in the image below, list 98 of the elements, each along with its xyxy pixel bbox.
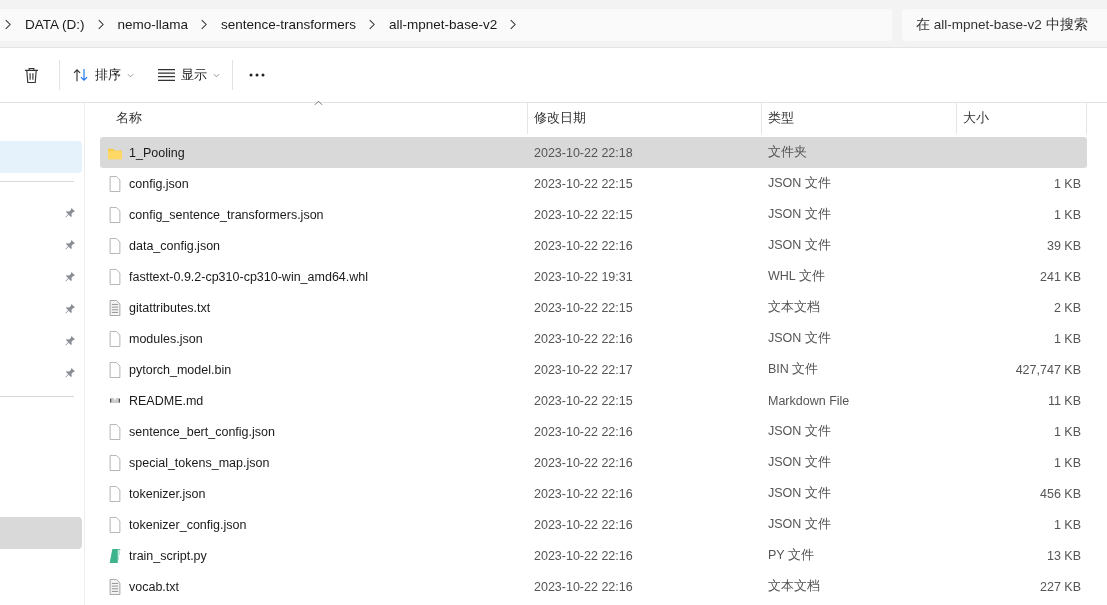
- file-type: Markdown File: [768, 393, 850, 408]
- file-type: 文本文档: [768, 578, 820, 595]
- view-button[interactable]: 显示: [146, 60, 232, 90]
- date-modified: 2023-10-22 22:16: [534, 579, 633, 594]
- file-name[interactable]: README.md: [129, 393, 204, 408]
- breadcrumb-item[interactable]: DATA (D:): [25, 17, 85, 32]
- date-modified: 2023-10-22 22:16: [534, 455, 633, 470]
- chevron-right-icon: [4, 19, 11, 30]
- file-size: 1 KB: [1053, 424, 1081, 439]
- date-modified: 2023-10-22 22:16: [534, 486, 633, 501]
- date-modified: 2023-10-22 22:16: [534, 238, 633, 253]
- date-modified: 2023-10-22 22:15: [534, 176, 633, 191]
- file-name[interactable]: train_script.py: [129, 548, 207, 563]
- chevron-right-icon[interactable]: [509, 19, 517, 30]
- file-row[interactable]: 1_Pooling 2023-10-22 22:18 文件夹: [100, 137, 1087, 168]
- file-name[interactable]: config.json: [129, 176, 189, 191]
- date-modified: 2023-10-22 22:15: [534, 300, 633, 315]
- file-type: JSON 文件: [768, 237, 831, 254]
- text-file-icon: [108, 299, 122, 316]
- file-name[interactable]: modules.json: [129, 331, 203, 346]
- file-size: 1 KB: [1053, 207, 1081, 222]
- file-size: 11 KB: [1047, 393, 1081, 408]
- sort-arrows-icon: [72, 68, 89, 82]
- file-name[interactable]: pytorch_model.bin: [129, 362, 232, 377]
- breadcrumb-item[interactable]: sentence-transformers: [221, 17, 357, 32]
- file-icon: [108, 206, 122, 223]
- file-name[interactable]: fasttext-0.9.2-cp310-cp310-win_amd64.whl: [129, 269, 369, 284]
- file-icon: [108, 268, 122, 285]
- file-icon: [108, 485, 122, 502]
- chevron-right-icon: [200, 19, 208, 30]
- sort-button[interactable]: 排序: [60, 60, 146, 90]
- date-modified: 2023-10-22 22:15: [534, 393, 633, 408]
- more-options-icon[interactable]: [249, 73, 265, 77]
- markdown-file-icon: [110, 398, 120, 403]
- date-modified: 2023-10-22 22:16: [534, 331, 633, 346]
- date-modified: 2023-10-22 22:16: [534, 424, 633, 439]
- file-type: 文本文档: [768, 299, 820, 316]
- file-name[interactable]: tokenizer_config.json: [129, 517, 247, 532]
- file-type: JSON 文件: [768, 485, 831, 502]
- file-type: 文件夹: [768, 144, 807, 161]
- file-icon: [108, 361, 122, 378]
- caret-icon: [127, 72, 134, 78]
- date-modified: 2023-10-22 22:16: [534, 548, 633, 563]
- file-size: 456 KB: [1040, 486, 1081, 501]
- file-icon: [108, 423, 122, 440]
- file-icon: [108, 175, 122, 192]
- chevron-right-icon: [368, 19, 376, 30]
- file-name[interactable]: config_sentence_transformers.json: [129, 207, 324, 222]
- text-file-icon: [108, 578, 122, 595]
- list-lines-icon: [158, 68, 175, 82]
- file-type: JSON 文件: [768, 423, 831, 440]
- date-modified: 2023-10-22 22:15: [534, 207, 633, 222]
- file-size: 13 KB: [1046, 548, 1081, 563]
- file-size: 1 KB: [1053, 176, 1081, 191]
- file-type: PY 文件: [768, 547, 814, 564]
- file-type: JSON 文件: [768, 206, 831, 223]
- sort-ascending-icon: [314, 100, 323, 106]
- file-name[interactable]: tokenizer.json: [129, 486, 206, 501]
- column-header[interactable]: 名称: [116, 110, 142, 127]
- file-icon: [108, 237, 122, 254]
- file-name[interactable]: special_tokens_map.json: [129, 455, 270, 470]
- column-header[interactable]: 类型: [768, 110, 794, 127]
- file-icon: [108, 330, 122, 347]
- file-type: BIN 文件: [768, 361, 819, 378]
- file-name[interactable]: gitattributes.txt: [129, 300, 211, 315]
- column-header[interactable]: 大小: [963, 110, 989, 127]
- breadcrumb-item[interactable]: nemo-llama: [117, 17, 189, 32]
- caret-icon: [213, 72, 220, 78]
- breadcrumb-item[interactable]: all-mpnet-base-v2: [389, 17, 498, 32]
- file-size: 227 KB: [1040, 579, 1081, 594]
- date-modified: 2023-10-22 22:18: [534, 145, 633, 160]
- file-type: JSON 文件: [768, 516, 831, 533]
- trash-icon[interactable]: [24, 66, 39, 84]
- file-name[interactable]: vocab.txt: [129, 579, 180, 594]
- file-size: 1 KB: [1053, 331, 1081, 346]
- column-header[interactable]: 修改日期: [534, 110, 586, 127]
- file-name[interactable]: data_config.json: [129, 238, 221, 253]
- date-modified: 2023-10-22 22:17: [534, 362, 633, 377]
- address-bar[interactable]: DATA (D:) nemo-llama sentence-transformers all-mpnet-base-v2: [0, 8, 892, 41]
- file-type: JSON 文件: [768, 175, 831, 192]
- file-size: 427,747 KB: [1015, 362, 1081, 377]
- file-icon: [108, 454, 122, 471]
- file-size: 39 KB: [1046, 238, 1081, 253]
- file-type: JSON 文件: [768, 330, 831, 347]
- file-size: 1 KB: [1053, 455, 1081, 470]
- date-modified: 2023-10-22 22:16: [534, 517, 633, 532]
- file-name[interactable]: sentence_bert_config.json: [129, 424, 275, 439]
- file-size: 241 KB: [1040, 269, 1081, 284]
- file-icon: [108, 516, 122, 533]
- file-type: JSON 文件: [768, 454, 831, 471]
- file-size: 2 KB: [1053, 300, 1081, 315]
- file-type: WHL 文件: [768, 268, 825, 285]
- python-file-icon: [108, 547, 122, 564]
- file-size: 1 KB: [1053, 517, 1081, 532]
- chevron-right-icon: [96, 19, 104, 30]
- date-modified: 2023-10-22 19:31: [534, 269, 633, 284]
- search-field[interactable]: 在 all-mpnet-base-v2 中搜索: [902, 8, 1107, 41]
- file-name[interactable]: 1_Pooling: [129, 145, 185, 160]
